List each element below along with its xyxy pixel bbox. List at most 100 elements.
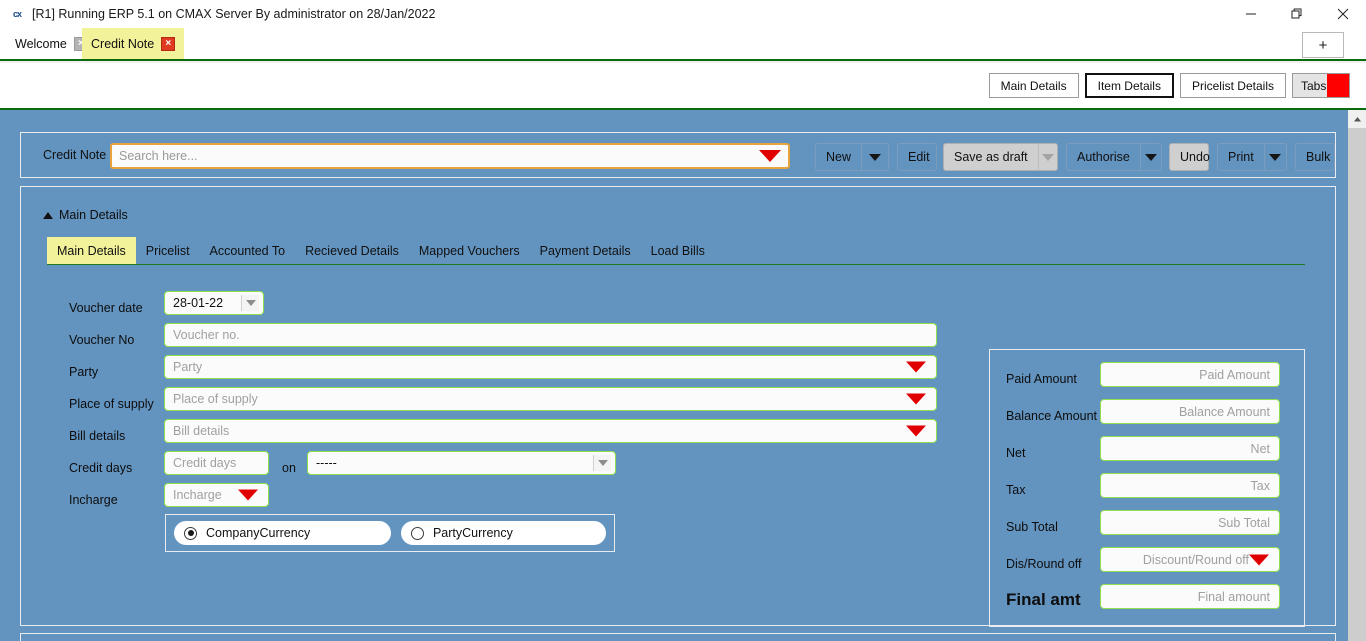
triangle-up-icon <box>43 211 53 219</box>
dis-round-off-dropdown-caret-icon[interactable] <box>1249 554 1269 565</box>
sub-total-label: Sub Total <box>1006 520 1058 534</box>
vertical-scrollbar[interactable] <box>1348 110 1366 641</box>
net-input[interactable]: Net <box>1100 436 1280 461</box>
dis-round-off-input[interactable]: Discount/Round off <box>1100 547 1280 572</box>
new-dropdown-caret-icon[interactable] <box>861 144 888 170</box>
party-input[interactable]: Party <box>164 355 937 379</box>
bulk-button-label: Bulk <box>1306 150 1331 164</box>
sub-total-input[interactable]: Sub Total <box>1100 510 1280 535</box>
view-button-tabs[interactable]: Tabs <box>1292 73 1350 98</box>
new-button-label: New <box>826 150 852 164</box>
voucher-no-label: Voucher No <box>69 333 135 347</box>
radio-party-currency-icon[interactable] <box>410 526 424 540</box>
subtab-recieved-details[interactable]: Recieved Details <box>295 237 409 264</box>
subtab-pricelist[interactable]: Pricelist <box>136 237 200 264</box>
scrollbar-thumb[interactable] <box>1348 128 1366 641</box>
subtab-payment-details[interactable]: Payment Details <box>530 237 641 264</box>
sub-tab-bar: Main Details Pricelist Accounted To Reci… <box>47 237 1305 265</box>
document-tab-strip: Welcome × Credit Note × + <box>0 28 1366 61</box>
place-of-supply-placeholder: Place of supply <box>173 392 258 406</box>
erp-application-window: cx [R1] Running ERP 5.1 on CMAX Server B… <box>0 0 1366 641</box>
window-title: [R1] Running ERP 5.1 on CMAX Server By a… <box>32 7 436 21</box>
subtab-load-bills[interactable]: Load Bills <box>641 237 715 264</box>
voucher-no-placeholder: Voucher no. <box>173 328 240 342</box>
authorise-button-label: Authorise <box>1077 150 1130 164</box>
scroll-up-arrow-icon[interactable] <box>1348 110 1366 128</box>
voucher-date-label: Voucher date <box>69 301 143 315</box>
view-button-main-details[interactable]: Main Details <box>988 73 1079 98</box>
bulk-button[interactable]: Bulk <box>1295 143 1335 171</box>
search-input[interactable]: Search here... <box>110 143 790 169</box>
save-as-draft-label: Save as draft <box>954 150 1028 164</box>
voucher-date-dropdown-caret-icon[interactable] <box>241 295 259 311</box>
close-icon[interactable] <box>1320 0 1366 28</box>
credit-days-on-dropdown-caret-icon[interactable] <box>593 455 611 471</box>
credit-days-input[interactable]: Credit days <box>164 451 269 475</box>
paid-amount-input[interactable]: Paid Amount <box>1100 362 1280 387</box>
print-button[interactable]: Print <box>1217 143 1287 171</box>
credit-days-on-value: ----- <box>316 456 337 470</box>
main-details-section-header[interactable]: Main Details <box>43 208 128 222</box>
tab-welcome-label: Welcome <box>15 36 67 51</box>
dis-round-off-label: Dis/Round off <box>1006 557 1082 571</box>
place-of-supply-input[interactable]: Place of supply <box>164 387 937 411</box>
view-button-pricelist-details[interactable]: Pricelist Details <box>1179 73 1286 98</box>
save-as-draft-dropdown-caret-icon[interactable] <box>1037 144 1057 170</box>
radio-party-currency-label: PartyCurrency <box>432 526 513 540</box>
subtab-accounted-to[interactable]: Accounted To <box>200 237 296 264</box>
edit-button-label: Edit <box>908 150 930 164</box>
party-dropdown-caret-icon[interactable] <box>906 361 926 373</box>
party-label: Party <box>69 365 99 379</box>
tax-input[interactable]: Tax <box>1100 473 1280 498</box>
main-details-panel: Main Details Main Details Pricelist Acco… <box>20 186 1336 627</box>
incharge-input[interactable]: Incharge <box>164 483 269 507</box>
balance-amount-placeholder: Balance Amount <box>1178 404 1270 419</box>
search-panel: Credit Note Search here... New Edit Save… <box>20 132 1336 178</box>
final-amount-input[interactable]: Final amount <box>1100 584 1280 609</box>
voucher-no-input[interactable]: Voucher no. <box>164 323 937 347</box>
authorise-dropdown-caret-icon[interactable] <box>1139 144 1161 170</box>
incharge-dropdown-caret-icon[interactable] <box>238 489 258 501</box>
credit-days-on-input[interactable]: ----- <box>307 451 616 475</box>
app-logo-icon: cx <box>12 9 22 19</box>
view-button-item-details[interactable]: Item Details <box>1084 73 1174 98</box>
main-details-section-label: Main Details <box>59 208 128 222</box>
voucher-date-value: 28-01-22 <box>173 296 224 310</box>
net-placeholder: Net <box>1250 441 1270 456</box>
add-tab-button[interactable]: + <box>1302 32 1344 58</box>
view-switch-bar: Main Details Item Details Pricelist Deta… <box>0 63 1366 110</box>
print-dropdown-caret-icon[interactable] <box>1263 144 1286 170</box>
view-button-tabs-label: Tabs <box>1301 78 1327 93</box>
final-amount-label: Final amt <box>1006 590 1081 609</box>
save-as-draft-button[interactable]: Save as draft <box>943 143 1058 171</box>
incharge-placeholder: Incharge <box>173 488 222 502</box>
dis-round-off-placeholder: Discount/Round off <box>1142 552 1249 567</box>
subtab-main-details[interactable]: Main Details <box>47 237 136 264</box>
paid-amount-label: Paid Amount <box>1006 372 1077 386</box>
currency-selection-box: CompanyCurrency PartyCurrency <box>165 514 615 552</box>
edit-button[interactable]: Edit <box>897 143 937 171</box>
bill-details-dropdown-caret-icon[interactable] <box>906 425 926 437</box>
authorise-button[interactable]: Authorise <box>1066 143 1162 171</box>
radio-party-currency[interactable]: PartyCurrency <box>400 521 606 545</box>
net-label: Net <box>1006 446 1026 460</box>
balance-amount-input[interactable]: Balance Amount <box>1100 399 1280 424</box>
bill-details-label: Bill details <box>69 429 126 443</box>
search-dropdown-caret-icon[interactable] <box>759 150 781 162</box>
final-amount-placeholder: Final amount <box>1197 589 1270 604</box>
undo-button[interactable]: Undo <box>1169 143 1210 171</box>
bill-details-input[interactable]: Bill details <box>164 419 937 443</box>
tab-credit-note[interactable]: Credit Note × <box>82 28 185 59</box>
tab-credit-note-close-icon[interactable]: × <box>161 36 176 51</box>
minimize-icon[interactable] <box>1228 0 1274 28</box>
new-button[interactable]: New <box>815 143 889 171</box>
credit-days-on-label: on <box>282 461 296 475</box>
place-of-supply-dropdown-caret-icon[interactable] <box>906 393 926 405</box>
radio-company-currency[interactable]: CompanyCurrency <box>174 521 391 545</box>
undo-button-label: Undo <box>1180 150 1210 164</box>
restore-icon[interactable] <box>1274 0 1320 28</box>
subtab-mapped-vouchers[interactable]: Mapped Vouchers <box>409 237 530 264</box>
search-input-placeholder: Search here... <box>119 149 198 163</box>
voucher-date-input[interactable]: 28-01-22 <box>164 291 264 315</box>
radio-company-currency-icon[interactable] <box>184 526 197 540</box>
